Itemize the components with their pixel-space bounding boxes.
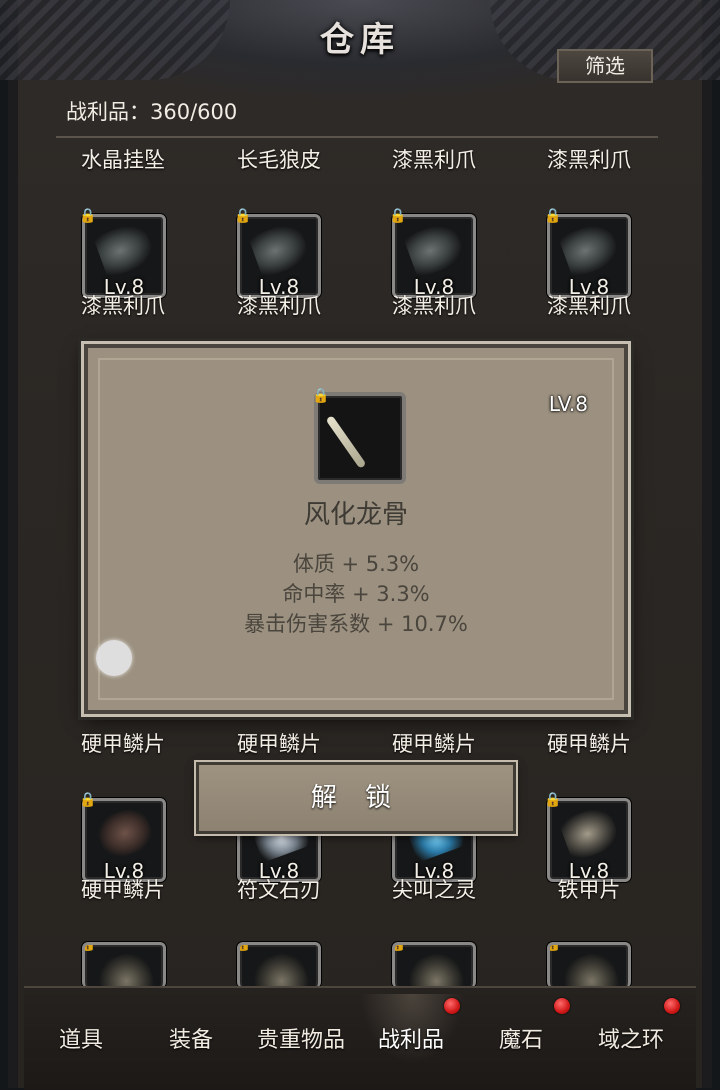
lock-icon: 🔒 [550,945,561,951]
lock-icon: 🔒 [395,945,406,951]
popup-item-slot: 🔒 [312,388,406,484]
tab-items[interactable]: 道具 [26,1022,136,1054]
item-slot[interactable]: 🔒 Lv.8 [79,209,166,299]
item-icon [248,947,312,988]
tab-magic-stones[interactable]: 魔石 [466,1022,576,1054]
lock-icon: 🔒 [79,208,97,224]
item-detail-popup: LV.8 🔒 风化龙骨 体质 + 5.3% 命中率 + 3.3% 暴击伤害系数 … [84,344,628,714]
filter-button[interactable]: 筛选 [557,49,653,83]
lock-icon: 🔒 [234,208,252,224]
lock-icon: 🔒 [240,945,251,951]
notification-badge [664,998,680,1014]
popup-item-name: 风化龙骨 [303,500,408,530]
item-slot[interactable]: 🔒 Lv.8 [234,209,321,299]
item-label: 漆黑利爪 [547,294,631,318]
item-label: 硬甲鳞片 [81,732,165,756]
item-slot[interactable]: 🔒 [547,942,631,988]
item-slot[interactable]: 🔒 Lv.8 [544,793,631,883]
item-slot[interactable]: 🔒 [237,942,321,988]
item-label: 漆黑利爪 [237,294,321,318]
item-label: 尖叫之灵 [392,878,476,902]
item-label: 漆黑利爪 [547,148,631,172]
notification-badge [444,998,460,1014]
tab-loot[interactable]: 战利品 [356,1022,466,1054]
item-icon [93,947,157,988]
stat-line: 暴击伤害系数 + 10.7% [244,612,468,636]
item-label: 水晶挂坠 [81,148,165,172]
item-icon [558,947,622,988]
tab-valuables[interactable]: 贵重物品 [246,1022,356,1054]
lock-icon: 🔒 [85,945,96,951]
iron-plate-icon [558,803,622,863]
lock-icon: 🔒 [79,792,97,808]
item-label: 铁甲片 [557,878,621,902]
lock-icon: 🔒 [312,388,330,404]
unlock-button[interactable]: 解 锁 [196,762,516,834]
divider [56,136,658,138]
item-slot[interactable]: 🔒 Lv.8 [79,793,166,883]
item-label: 长毛狼皮 [237,148,321,172]
item-label: 硬甲鳞片 [547,732,631,756]
loot-counter: 战利品：360/600 [66,100,238,124]
claw-icon [558,219,622,279]
item-icon [403,947,467,988]
item-slot[interactable]: 🔒 Lv.8 [544,209,631,299]
scale-icon [93,803,157,863]
item-label: 硬甲鳞片 [392,732,476,756]
item-label: 硬甲鳞片 [237,732,321,756]
popup-level: LV.8 [548,392,588,416]
stat-line: 命中率 + 3.3% [282,582,430,606]
item-label: 硬甲鳞片 [81,878,165,902]
item-label: 漆黑利爪 [392,294,476,318]
lock-icon: 🔒 [544,792,562,808]
item-label: 符文石刃 [237,878,321,902]
lock-icon: 🔒 [389,208,407,224]
stat-line: 体质 + 5.3% [292,552,420,576]
item-label: 漆黑利爪 [81,294,165,318]
lock-icon: 🔒 [544,208,562,224]
claw-icon [403,219,467,279]
tab-domain-rings[interactable]: 域之环 [576,1022,686,1054]
bone-icon [325,415,367,469]
notification-badge [554,998,570,1014]
item-slot[interactable]: 🔒 [392,942,476,988]
touch-indicator [96,640,132,676]
item-label: 漆黑利爪 [392,148,476,172]
claw-icon [93,219,157,279]
item-slot[interactable]: 🔒 Lv.8 [389,209,476,299]
item-slot[interactable]: 🔒 [82,942,166,988]
tab-equipment[interactable]: 装备 [136,1022,246,1054]
claw-icon [248,219,312,279]
